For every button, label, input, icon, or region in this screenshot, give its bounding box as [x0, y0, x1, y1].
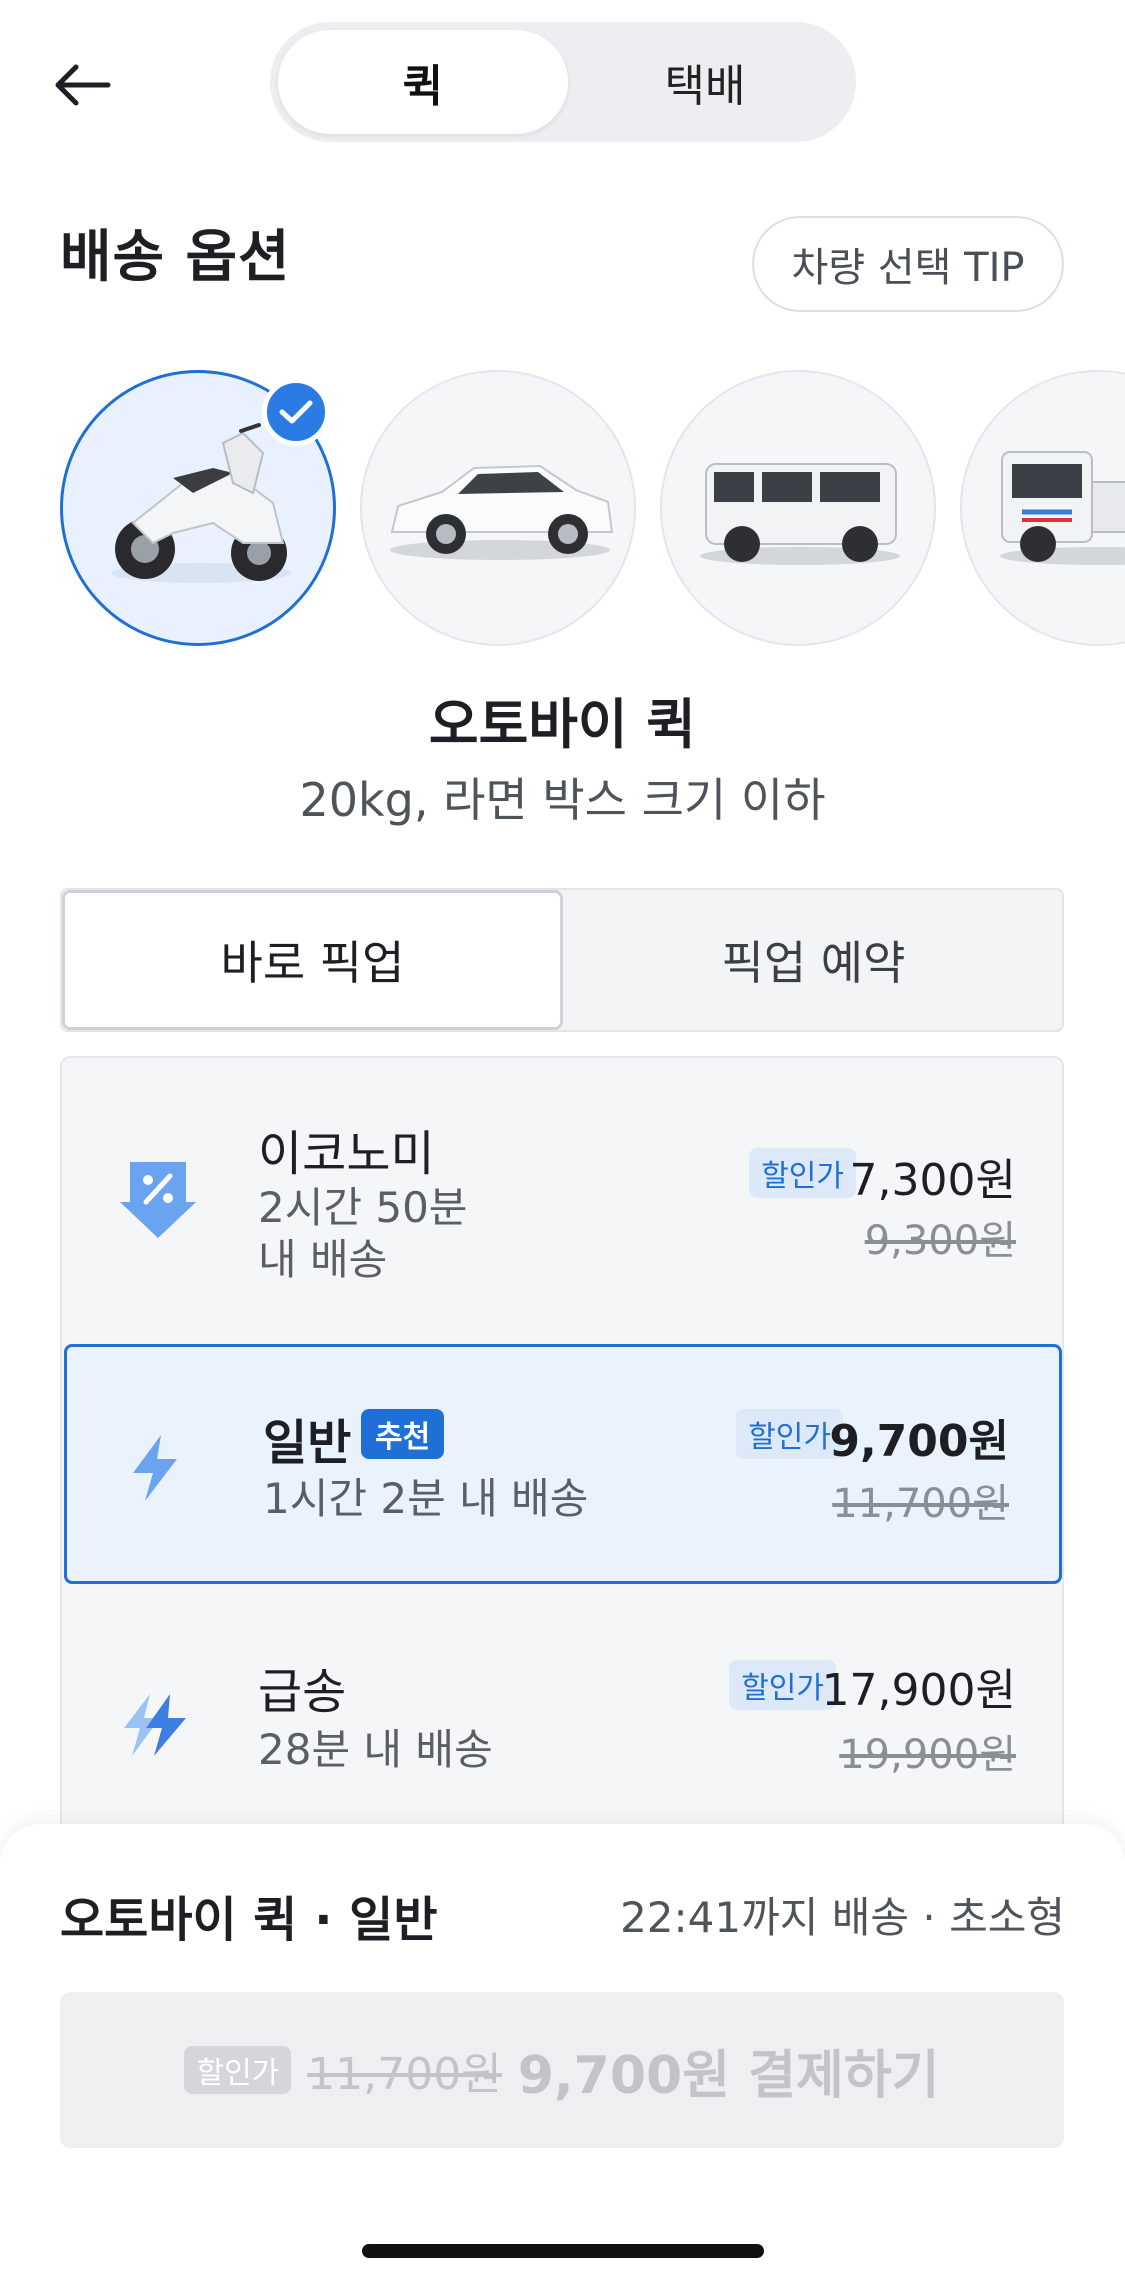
tier-standard[interactable]: 일반 추천 1시간 2분 내 배송 할인가 9,700원 11,700원 — [64, 1344, 1062, 1584]
section-title: 배송 옵션 — [60, 225, 291, 290]
tier-eta-suffix: 내 배송 — [258, 1235, 388, 1284]
tier-economy[interactable]: 이코노미 2시간 50분 내 배송 할인가 7,300원 9,300원 — [62, 1058, 1066, 1344]
van-icon — [700, 463, 900, 565]
car-icon — [390, 464, 614, 560]
tier-original-price: 19,900원 — [839, 1732, 1016, 1778]
tab-immediate-pickup[interactable]: 바로 픽업 — [62, 890, 563, 1030]
delivery-type-toggle: 퀵 택배 — [270, 22, 856, 142]
pay-button[interactable]: 할인가 11,700원 9,700원 결제하기 — [60, 1992, 1064, 2148]
pickup-tabs: 바로 픽업 픽업 예약 — [60, 888, 1064, 1032]
tab-quick[interactable]: 퀵 — [278, 30, 568, 134]
lightning-icon — [133, 1435, 177, 1501]
pay-discount-badge: 할인가 — [184, 2046, 292, 2094]
vehicle-car[interactable] — [360, 370, 636, 646]
tab-scheduled-pickup[interactable]: 픽업 예약 — [563, 890, 1064, 1030]
tier-eta: 2시간 50분 — [258, 1183, 468, 1232]
vehicle-truck[interactable] — [960, 370, 1125, 646]
discount-arrow-icon — [120, 1162, 196, 1238]
vehicle-carousel[interactable] — [0, 370, 1125, 650]
summary-info: 22:41까지 배송 · 초소형 — [620, 1893, 1065, 1942]
tier-name: 일반 — [263, 1415, 352, 1471]
tier-price: 9,700원 — [829, 1416, 1009, 1467]
tier-name: 이코노미 — [258, 1126, 435, 1182]
selected-check-icon — [262, 378, 330, 446]
delivery-tier-list: 이코노미 2시간 50분 내 배송 할인가 7,300원 9,300원 일반 추… — [60, 1056, 1064, 1856]
selected-vehicle-desc: 20kg, 라면 박스 크기 이하 — [299, 773, 826, 827]
tier-eta: 1시간 2분 내 배송 — [263, 1474, 589, 1523]
back-button[interactable] — [52, 50, 132, 120]
vehicle-van[interactable] — [660, 370, 936, 646]
tier-name: 급송 — [258, 1664, 347, 1720]
top-bar: 퀵 택배 — [0, 0, 1125, 160]
tier-original-price: 9,300원 — [864, 1218, 1016, 1264]
double-lightning-icon — [124, 1694, 186, 1756]
tab-parcel[interactable]: 택배 — [560, 30, 850, 134]
tier-original-price: 11,700원 — [832, 1481, 1009, 1527]
pay-original-price: 11,700원 — [307, 2049, 502, 2100]
discount-badge: 할인가 — [749, 1148, 856, 1198]
tier-price: 7,300원 — [849, 1155, 1016, 1206]
summary-title: 오토바이 퀵 · 일반 — [60, 1892, 438, 1948]
selected-vehicle-name: 오토바이 퀵 — [428, 693, 697, 756]
tier-express[interactable]: 급송 28분 내 배송 할인가 17,900원 19,900원 — [62, 1588, 1066, 1828]
recommended-badge: 추천 — [361, 1409, 445, 1459]
home-indicator — [362, 2244, 764, 2258]
tier-eta: 28분 내 배송 — [258, 1725, 493, 1774]
tier-price: 17,900원 — [821, 1665, 1016, 1716]
pay-button-label: 9,700원 결제하기 — [517, 2045, 940, 2106]
discount-badge: 할인가 — [729, 1660, 836, 1710]
truck-icon — [1000, 451, 1125, 565]
order-summary-sheet: 오토바이 퀵 · 일반 22:41까지 배송 · 초소형 할인가 11,700원… — [0, 1824, 1125, 2284]
discount-badge: 할인가 — [736, 1409, 843, 1459]
vehicle-tip-button[interactable]: 차량 선택 TIP — [752, 216, 1064, 312]
arrow-left-icon — [55, 64, 111, 106]
